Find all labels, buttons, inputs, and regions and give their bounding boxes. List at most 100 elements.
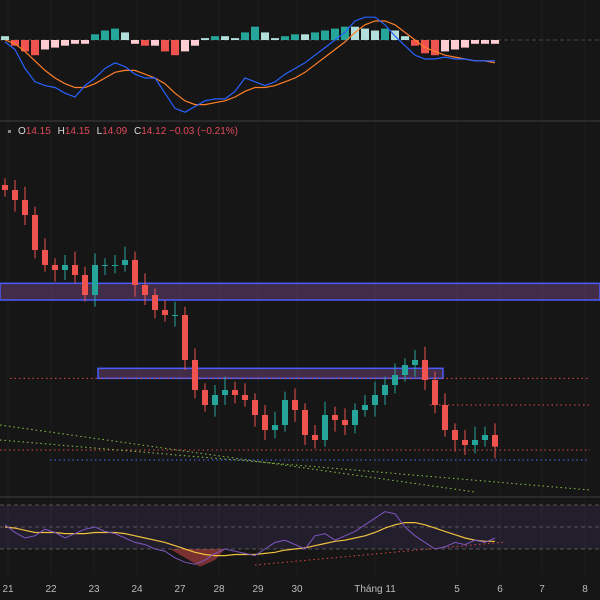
support-resistance-zone	[0, 282, 600, 301]
change-value: −0.03 (−0.21%)	[169, 126, 238, 137]
macd-histogram-bar	[1, 36, 9, 40]
macd-histogram-bar	[271, 38, 279, 40]
macd-histogram-bar	[351, 26, 359, 40]
x-tick-label: 27	[174, 584, 186, 595]
candle-body	[272, 425, 278, 430]
candle-body	[142, 285, 148, 295]
macd-histogram-bar	[71, 40, 79, 44]
candle-body	[52, 265, 58, 270]
macd-histogram-bar	[201, 38, 209, 40]
macd-histogram-bar	[471, 40, 479, 44]
macd-histogram-bar	[61, 40, 69, 46]
candle-body	[262, 415, 268, 430]
candle-body	[12, 190, 18, 200]
rsi-band	[0, 505, 600, 549]
macd-histogram-bar	[171, 40, 179, 56]
candle-body	[162, 310, 168, 315]
candle-body	[292, 400, 298, 410]
macd-histogram-bar	[491, 40, 499, 44]
macd-histogram-bar	[131, 40, 139, 44]
x-tick-label: 23	[88, 584, 100, 595]
candle-body	[472, 440, 478, 445]
macd-histogram-bar	[91, 34, 99, 40]
candle-body	[372, 395, 378, 405]
candle-body	[82, 275, 88, 295]
macd-histogram-bar	[301, 34, 309, 40]
macd-histogram-bar	[31, 40, 39, 56]
candle-body	[362, 405, 368, 410]
candle-body	[342, 420, 348, 425]
macd-histogram-bar	[381, 28, 389, 40]
macd-histogram-bar	[291, 34, 299, 40]
macd-histogram-bar	[311, 32, 319, 40]
x-tick-label: 30	[291, 584, 303, 595]
macd-histogram-bar	[41, 40, 49, 50]
open-label: O	[18, 126, 26, 137]
macd-histogram-bar	[211, 36, 219, 40]
close-value: 14.12	[141, 126, 167, 137]
macd-histogram-bar	[461, 40, 469, 48]
candle-body	[212, 395, 218, 405]
candle-body	[192, 360, 198, 390]
candle-body	[462, 440, 468, 445]
macd-histogram-bar	[141, 40, 149, 46]
x-tick-label: 5	[454, 584, 460, 595]
macd-histogram-bar	[361, 28, 369, 40]
macd-histogram-bar	[401, 36, 409, 40]
candle-body	[482, 435, 488, 440]
x-tick-label: 6	[497, 584, 503, 595]
candle-body	[32, 215, 38, 250]
x-tick-label: Tháng 11	[354, 584, 396, 595]
x-tick-label: 7	[539, 584, 545, 595]
low-value: 14.09	[102, 126, 128, 137]
ohlc-legend: O14.15 H14.15 L14.09 C14.12 −0.03 (−0.21…	[8, 126, 238, 137]
candle-body	[242, 395, 248, 400]
candle-body	[282, 400, 288, 425]
candle-body	[232, 390, 238, 395]
macd-histogram-bar	[161, 40, 169, 52]
macd-histogram-bar	[181, 40, 189, 52]
macd-histogram-bar	[421, 40, 429, 54]
candle-body	[392, 375, 398, 385]
x-tick-label: 29	[252, 584, 264, 595]
candle-body	[172, 315, 178, 316]
candle-body	[442, 405, 448, 430]
candle-body	[332, 415, 338, 420]
price-chart[interactable]	[0, 0, 600, 600]
macd-histogram-bar	[481, 40, 489, 44]
candle-body	[382, 385, 388, 395]
candle-body	[152, 295, 158, 310]
macd-histogram-bar	[101, 30, 109, 40]
candle-body	[492, 435, 498, 447]
candle-body	[22, 200, 28, 215]
candle-body	[182, 315, 188, 360]
x-tick-label: 21	[2, 584, 14, 595]
x-tick-label: 28	[213, 584, 225, 595]
candle-body	[122, 260, 128, 265]
candle-body	[72, 265, 78, 275]
candle-body	[202, 390, 208, 405]
macd-histogram-bar	[51, 40, 59, 48]
candle-body	[452, 430, 458, 440]
macd-histogram-bar	[251, 26, 259, 40]
x-tick-label: 8	[582, 584, 588, 595]
candle-body	[132, 260, 138, 285]
candle-body	[62, 265, 68, 270]
macd-histogram-bar	[231, 38, 239, 40]
macd-histogram-bar	[321, 30, 329, 40]
candle-body	[322, 415, 328, 440]
macd-histogram-bar	[151, 40, 159, 46]
macd-histogram-bar	[441, 40, 449, 52]
x-tick-label: 22	[45, 584, 57, 595]
candle-body	[252, 400, 258, 415]
macd-histogram-bar	[451, 40, 459, 50]
support-resistance-zone	[97, 367, 444, 380]
macd-histogram-bar	[111, 28, 119, 40]
candle-body	[222, 390, 228, 395]
legend-dot-icon	[8, 129, 11, 133]
candle-body	[402, 365, 408, 375]
candle-body	[2, 185, 8, 190]
x-tick-label: 24	[131, 584, 143, 595]
macd-histogram-bar	[261, 32, 269, 40]
macd-histogram-bar	[281, 36, 289, 40]
